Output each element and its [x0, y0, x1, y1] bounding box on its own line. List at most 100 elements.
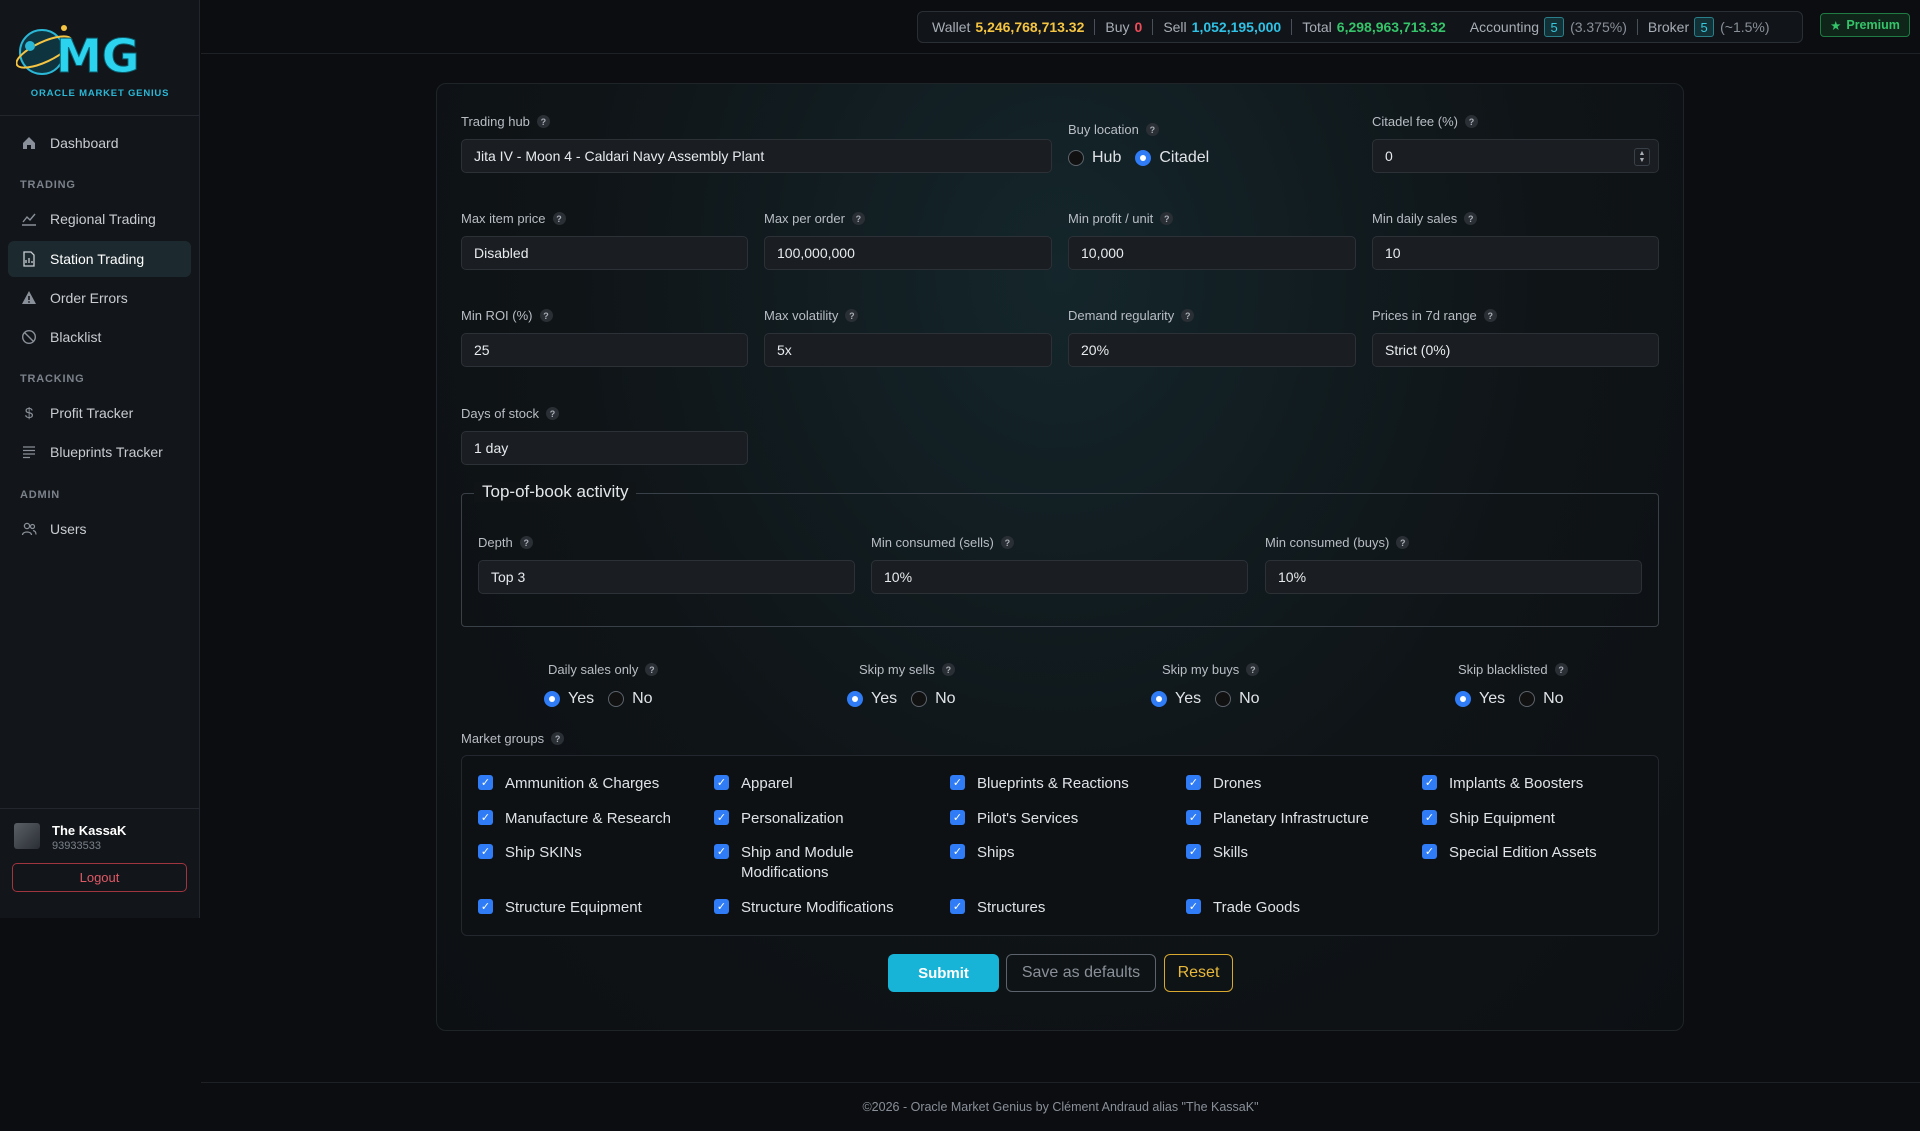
market-group-checkbox[interactable]: ✓ Ship SKINs — [478, 843, 582, 863]
logo-subtitle: ORACLE MARKET GENIUS — [30, 88, 170, 99]
submit-button[interactable]: Submit — [888, 954, 999, 992]
broker-level-badge: 5 — [1694, 17, 1715, 37]
help-icon[interactable]: ? — [1483, 309, 1497, 322]
market-group-checkbox[interactable]: ✓ Structure Modifications — [714, 898, 894, 918]
market-group-checkbox[interactable]: ✓ Planetary Infrastructure — [1186, 809, 1369, 829]
skip-my-sells-no-radio[interactable]: No — [911, 690, 956, 708]
save-defaults-button[interactable]: Save as defaults — [1006, 954, 1156, 992]
avatar — [14, 823, 40, 849]
demand-regularity-select[interactable]: 20% — [1068, 333, 1356, 367]
number-stepper-icon[interactable]: ▲ ▼ — [1634, 148, 1650, 166]
trading-hub-select[interactable]: Jita IV - Moon 4 - Caldari Navy Assembly… — [461, 139, 1052, 173]
daily-sales-only-no-radio[interactable]: No — [608, 690, 653, 708]
nav-section-trading: TRADING — [20, 179, 76, 191]
skip-blacklisted-yes-radio[interactable]: Yes — [1455, 690, 1505, 708]
sidebar-item-profit-tracker[interactable]: $ Profit Tracker — [8, 395, 191, 431]
sidebar-item-blueprints-tracker[interactable]: Blueprints Tracker — [8, 434, 191, 470]
min-roi-input[interactable]: 25 — [461, 333, 748, 367]
min-consumed-sells-select[interactable]: 10% — [871, 560, 1248, 594]
market-group-checkbox[interactable]: ✓ Skills — [1186, 843, 1248, 863]
skip-my-buys-yes-radio[interactable]: Yes — [1151, 690, 1201, 708]
help-icon[interactable]: ? — [539, 309, 553, 322]
help-icon[interactable]: ? — [551, 732, 565, 745]
sidebar-item-order-errors[interactable]: Order Errors — [8, 280, 191, 316]
days-of-stock-label: Days of stock? — [461, 406, 560, 421]
market-group-checkbox[interactable]: ✓ Personalization — [714, 809, 844, 829]
help-icon[interactable]: ? — [1396, 536, 1410, 549]
market-group-checkbox[interactable]: ✓ Blueprints & Reactions — [950, 774, 1129, 794]
help-icon[interactable]: ? — [1246, 663, 1260, 676]
max-per-order-input[interactable]: 100,000,000 — [764, 236, 1052, 270]
help-icon[interactable]: ? — [941, 663, 955, 676]
depth-label: Depth? — [478, 535, 533, 550]
help-icon[interactable]: ? — [645, 663, 659, 676]
market-group-checkbox[interactable]: ✓ Implants & Boosters — [1422, 774, 1583, 794]
help-icon[interactable]: ? — [851, 212, 865, 225]
max-volatility-label: Max volatility? — [764, 308, 859, 323]
sidebar-item-station-trading[interactable]: Station Trading — [8, 241, 191, 277]
max-volatility-select[interactable]: 5x — [764, 333, 1052, 367]
skip-blacklisted-no-radio[interactable]: No — [1519, 690, 1564, 708]
prices-7d-range-select[interactable]: Strict (0%) — [1372, 333, 1659, 367]
skip-my-buys-no-radio[interactable]: No — [1215, 690, 1260, 708]
help-icon[interactable]: ? — [1000, 536, 1014, 549]
citadel-fee-label: Citadel fee (%)? — [1372, 114, 1478, 129]
trading-hub-label: Trading hub? — [461, 114, 550, 129]
market-group-checkbox[interactable]: ✓ Ammunition & Charges — [478, 774, 659, 794]
star-icon: ★ — [1830, 18, 1842, 33]
logout-button[interactable]: Logout — [12, 863, 187, 892]
user-id: 93933533 — [52, 840, 101, 852]
reset-button[interactable]: Reset — [1164, 954, 1233, 992]
help-icon[interactable]: ? — [1145, 123, 1159, 136]
market-group-checkbox[interactable]: ✓ Structure Equipment — [478, 898, 642, 918]
market-group-checkbox[interactable]: ✓ Ship Equipment — [1422, 809, 1555, 829]
min-daily-sales-input[interactable]: 10 — [1372, 236, 1659, 270]
sidebar-item-blacklist[interactable]: Blacklist — [8, 319, 191, 355]
users-icon — [20, 520, 38, 538]
wallet-summary: Wallet 5,246,768,713.32 Buy 0 Sell 1,052… — [917, 11, 1803, 43]
help-icon[interactable]: ? — [552, 212, 566, 225]
min-consumed-buys-select[interactable]: 10% — [1265, 560, 1642, 594]
sidebar-item-label: Blacklist — [50, 329, 102, 345]
days-of-stock-select[interactable]: 1 day — [461, 431, 748, 465]
sidebar-item-regional-trading[interactable]: Regional Trading — [8, 201, 191, 237]
sidebar-item-label: Blueprints Tracker — [50, 444, 163, 460]
sidebar-item-users[interactable]: Users — [8, 511, 191, 547]
max-item-price-input[interactable]: Disabled — [461, 236, 748, 270]
market-groups-list: ✓ Ammunition & Charges ✓ Apparel ✓ Blueprin… — [461, 755, 1659, 936]
help-icon[interactable]: ? — [1464, 115, 1478, 128]
market-group-checkbox[interactable]: ✓ Drones — [1186, 774, 1261, 794]
home-icon — [20, 134, 38, 152]
daily-sales-only-yes-radio[interactable]: Yes — [544, 690, 594, 708]
market-group-checkbox[interactable]: ✓ Apparel — [714, 774, 793, 794]
help-icon[interactable]: ? — [1160, 212, 1174, 225]
min-profit-unit-input[interactable]: 10,000 — [1068, 236, 1356, 270]
buy-location-hub-radio[interactable]: Hub — [1068, 149, 1121, 167]
min-consumed-buys-label: Min consumed (buys)? — [1265, 535, 1410, 550]
market-group-checkbox[interactable]: ✓ Pilot's Services — [950, 809, 1078, 829]
skip-blacklisted-label: Skip blacklisted? — [1458, 662, 1568, 677]
buy-location-citadel-radio[interactable]: Citadel — [1135, 149, 1209, 167]
help-icon[interactable]: ? — [519, 536, 533, 549]
buy-value: 0 — [1134, 19, 1143, 35]
help-icon[interactable]: ? — [1181, 309, 1195, 322]
skip-my-buys-label: Skip my buys? — [1162, 662, 1260, 677]
skip-my-sells-yes-radio[interactable]: Yes — [847, 690, 897, 708]
market-group-checkbox[interactable]: ✓ Ship and Module Modifications — [714, 843, 934, 883]
station-trading-form: Trading hub? Jita IV - Moon 4 - Caldari … — [436, 83, 1684, 1031]
market-group-checkbox[interactable]: ✓ Structures — [950, 898, 1045, 918]
line-chart-icon — [20, 210, 38, 228]
help-icon[interactable]: ? — [546, 407, 560, 420]
sidebar-item-dashboard[interactable]: Dashboard — [8, 125, 191, 161]
help-icon[interactable]: ? — [845, 309, 859, 322]
citadel-fee-input[interactable]: 0 ▲ ▼ — [1372, 139, 1659, 173]
help-icon[interactable]: ? — [1554, 663, 1568, 676]
depth-select[interactable]: Top 3 — [478, 560, 855, 594]
market-group-checkbox[interactable]: ✓ Trade Goods — [1186, 898, 1300, 918]
help-icon[interactable]: ? — [536, 115, 550, 128]
help-icon[interactable]: ? — [1464, 212, 1478, 225]
market-group-checkbox[interactable]: ✓ Manufacture & Research — [478, 809, 671, 829]
market-group-checkbox[interactable]: ✓ Ships — [950, 843, 1015, 863]
logo[interactable]: MG ORACLE MARKET GENIUS — [0, 0, 199, 116]
market-group-checkbox[interactable]: ✓ Special Edition Assets — [1422, 843, 1597, 863]
